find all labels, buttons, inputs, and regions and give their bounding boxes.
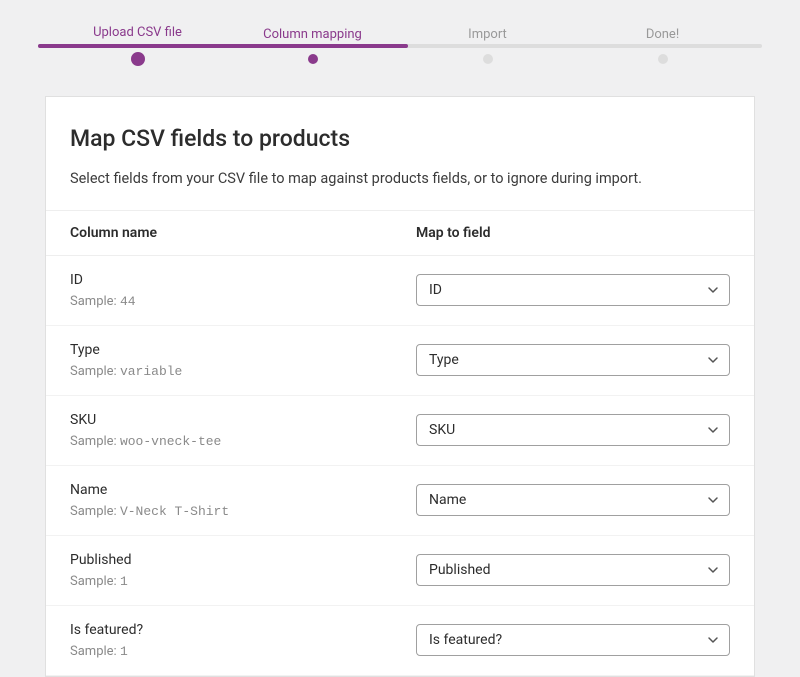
map-field-select[interactable]: ID: [416, 274, 730, 306]
row-info: Name Sample: V-Neck T-Shirt: [70, 482, 416, 519]
table-row: Published Sample: 1 Published: [46, 536, 754, 606]
map-field-select[interactable]: Name: [416, 484, 730, 516]
select-value: Published: [429, 562, 490, 578]
select-value: ID: [429, 282, 442, 298]
column-name: Is featured?: [70, 622, 416, 638]
table-row: Is featured? Sample: 1 Is featured?: [46, 606, 754, 676]
row-info: Type Sample: variable: [70, 342, 416, 379]
chevron-down-icon: [707, 284, 719, 296]
step-dot-icon: [483, 54, 493, 64]
chevron-down-icon: [707, 424, 719, 436]
panel-header: Map CSV fields to products Select fields…: [46, 97, 754, 210]
step-dot-icon: [131, 52, 145, 66]
chevron-down-icon: [707, 564, 719, 576]
mapping-panel: Map CSV fields to products Select fields…: [45, 96, 755, 677]
column-name-header: Column name: [70, 225, 416, 241]
table-row: Type Sample: variable Type: [46, 326, 754, 396]
column-name: SKU: [70, 412, 416, 428]
step-done: Done!: [575, 27, 750, 64]
step-label: Import: [468, 27, 507, 42]
select-value: Name: [429, 492, 466, 508]
column-name: ID: [70, 272, 416, 288]
step-label: Done!: [646, 27, 679, 42]
select-value: Is featured?: [429, 632, 502, 648]
page-description: Select fields from your CSV file to map …: [70, 168, 730, 190]
row-info: Is featured? Sample: 1: [70, 622, 416, 659]
chevron-down-icon: [707, 494, 719, 506]
step-dot-icon: [658, 54, 668, 64]
table-row: Name Sample: V-Neck T-Shirt Name: [46, 466, 754, 536]
step-label: Upload CSV file: [93, 25, 182, 40]
map-field-select[interactable]: Published: [416, 554, 730, 586]
table-header-row: Column name Map to field: [46, 210, 754, 256]
row-map: Is featured?: [416, 624, 730, 656]
map-to-field-header: Map to field: [416, 225, 730, 241]
map-field-select[interactable]: SKU: [416, 414, 730, 446]
table-row: SKU Sample: woo-vneck-tee SKU: [46, 396, 754, 466]
row-map: Name: [416, 484, 730, 516]
step-dot-icon: [308, 54, 318, 64]
step-upload[interactable]: Upload CSV file: [50, 25, 225, 66]
map-field-select[interactable]: Is featured?: [416, 624, 730, 656]
select-value: SKU: [429, 422, 455, 438]
row-info: Published Sample: 1: [70, 552, 416, 589]
table-row: ID Sample: 44 ID: [46, 256, 754, 326]
select-value: Type: [429, 352, 459, 368]
row-map: ID: [416, 274, 730, 306]
column-sample: Sample: variable: [70, 364, 416, 379]
chevron-down-icon: [707, 634, 719, 646]
page-title: Map CSV fields to products: [70, 125, 730, 152]
row-info: SKU Sample: woo-vneck-tee: [70, 412, 416, 449]
column-name: Type: [70, 342, 416, 358]
chevron-down-icon: [707, 354, 719, 366]
column-name: Published: [70, 552, 416, 568]
row-map: Type: [416, 344, 730, 376]
column-sample: Sample: 1: [70, 644, 416, 659]
column-sample: Sample: 44: [70, 294, 416, 309]
step-import: Import: [400, 27, 575, 64]
map-field-select[interactable]: Type: [416, 344, 730, 376]
row-map: SKU: [416, 414, 730, 446]
row-map: Published: [416, 554, 730, 586]
column-sample: Sample: 1: [70, 574, 416, 589]
step-column-mapping[interactable]: Column mapping: [225, 27, 400, 64]
step-label: Column mapping: [263, 27, 362, 42]
import-stepper: Upload CSV file Column mapping Import Do…: [0, 0, 800, 66]
row-info: ID Sample: 44: [70, 272, 416, 309]
column-name: Name: [70, 482, 416, 498]
column-sample: Sample: woo-vneck-tee: [70, 434, 416, 449]
column-sample: Sample: V-Neck T-Shirt: [70, 504, 416, 519]
